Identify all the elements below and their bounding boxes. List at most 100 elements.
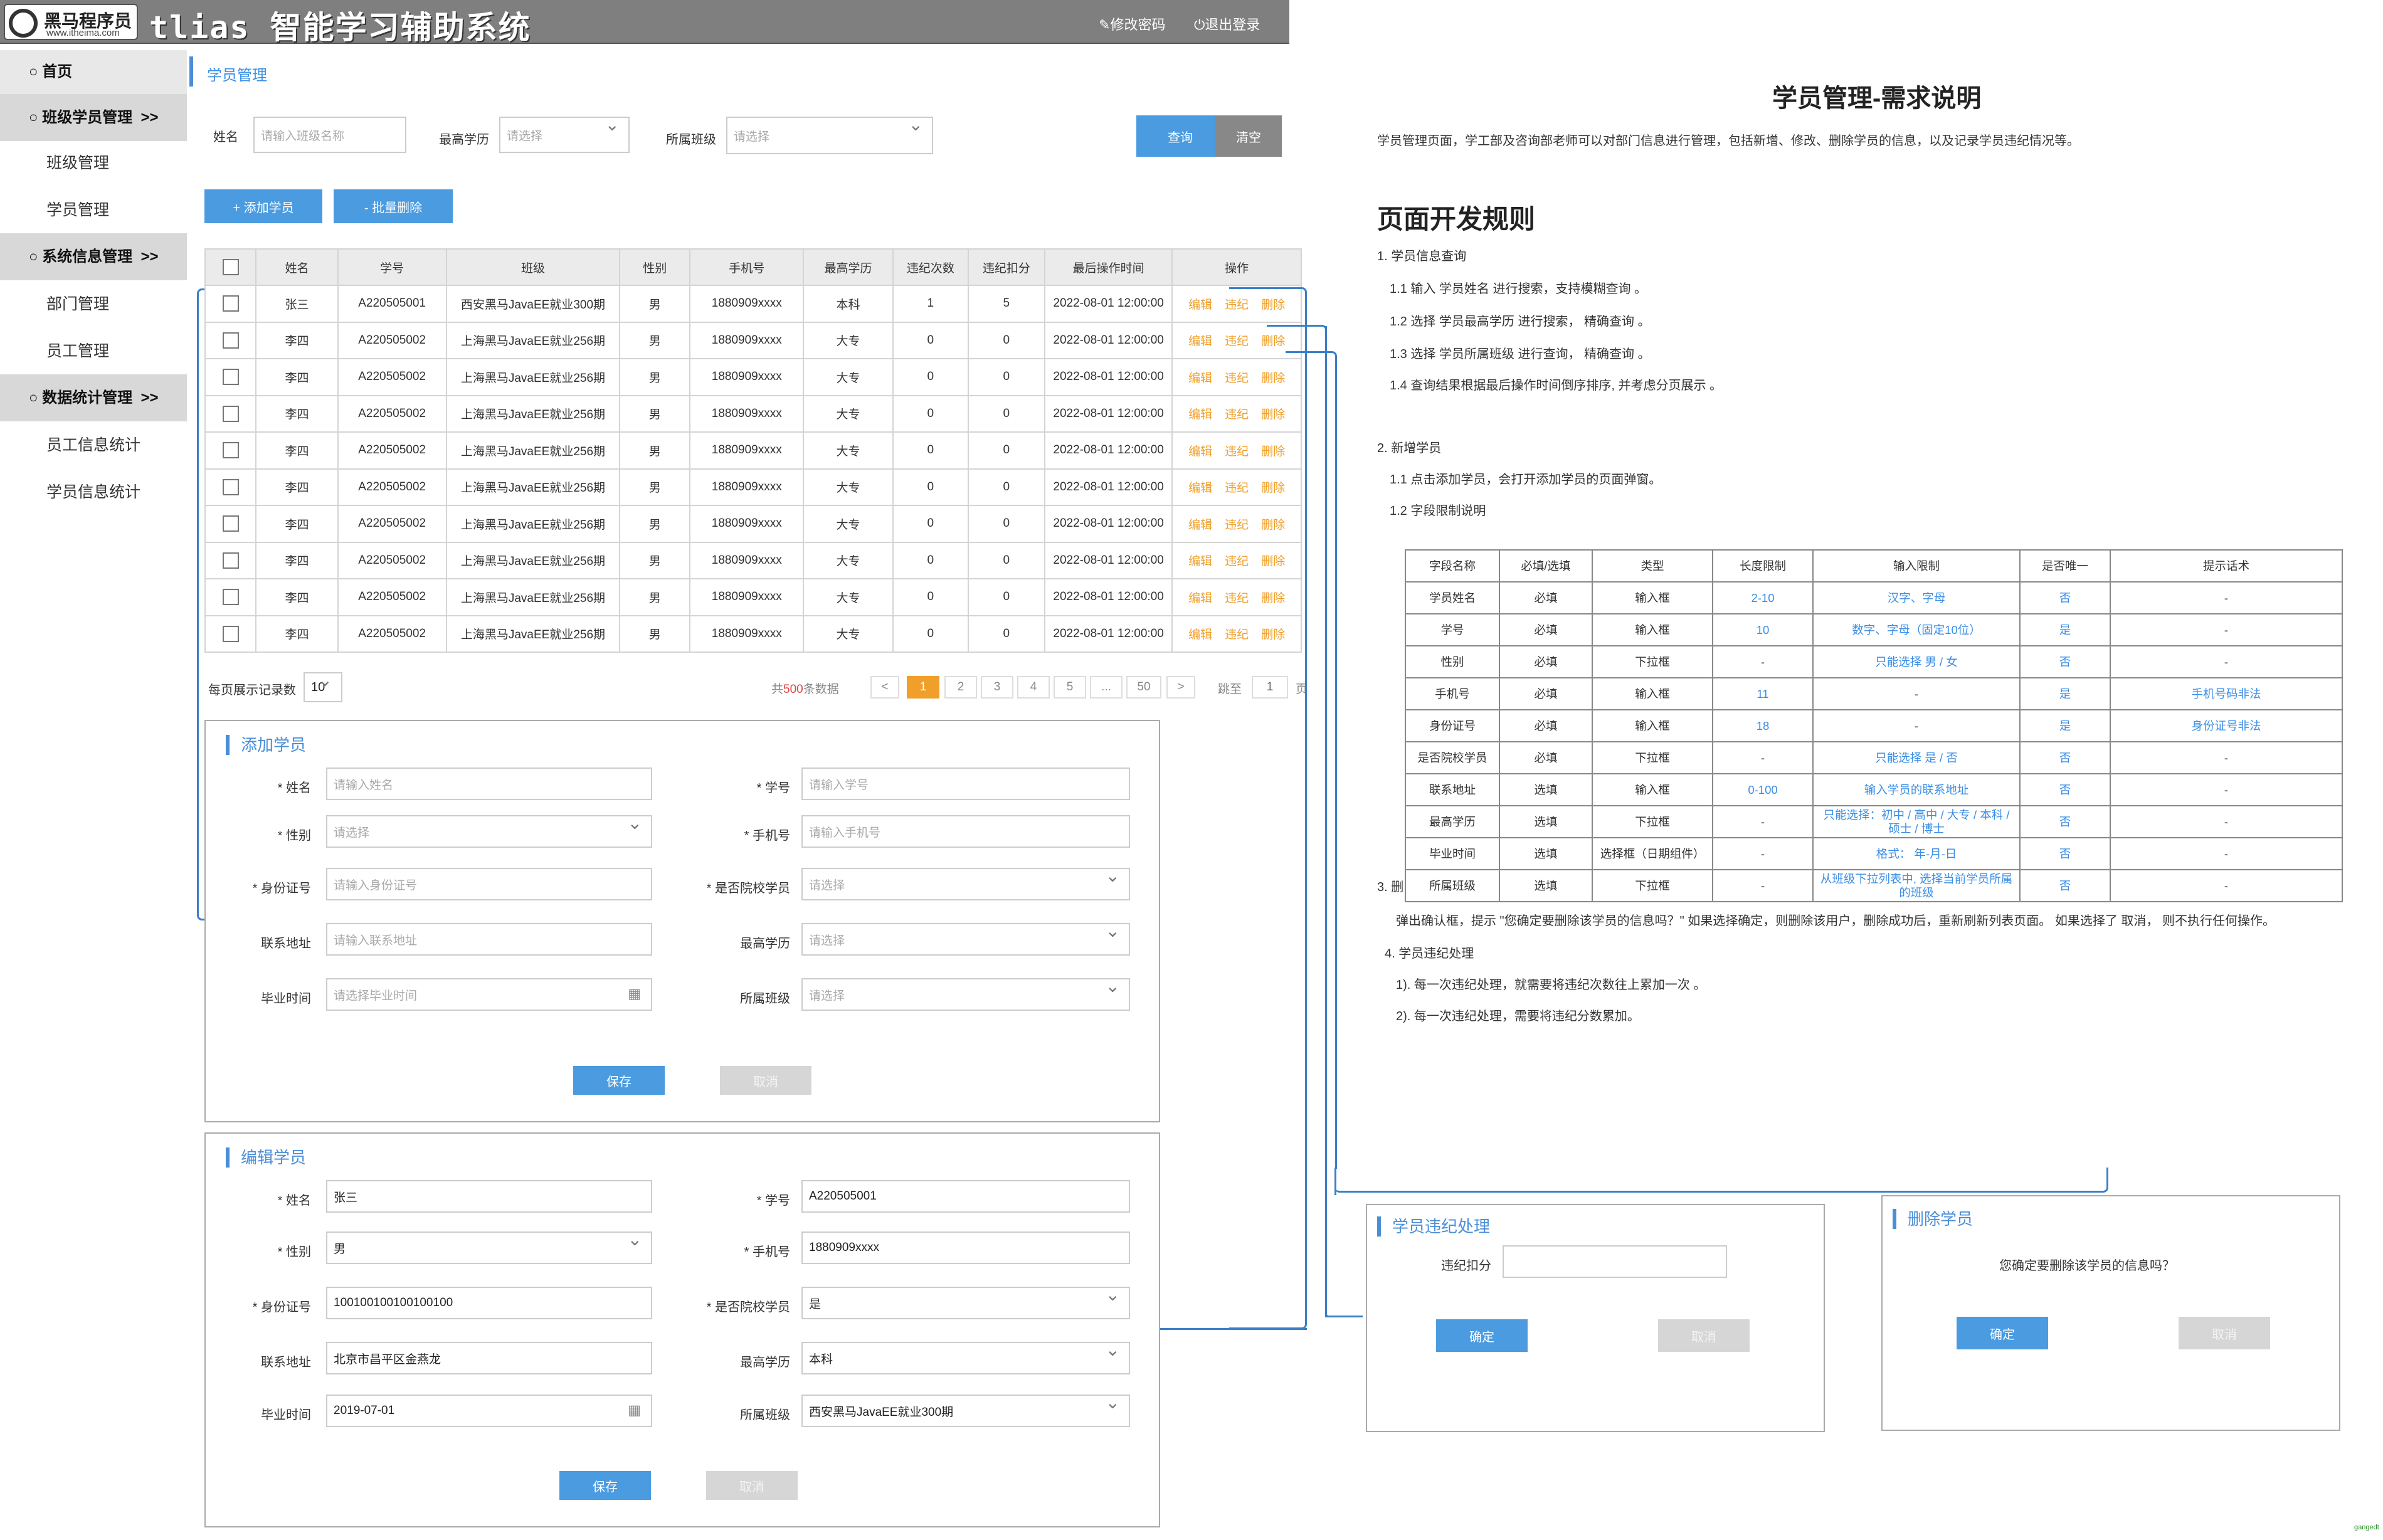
alumni-select[interactable]: 是 [801, 1284, 1130, 1319]
row-checkbox[interactable] [222, 589, 239, 606]
edu-select[interactable]: 本科 [801, 1339, 1130, 1374]
doc-s1: 1. 学员信息查询 [1377, 250, 1467, 263]
sidebar-section-stats[interactable]: ○ 数据统计管理 >> [0, 374, 187, 421]
row-checkbox[interactable] [222, 625, 239, 642]
page-button[interactable]: 3 [981, 676, 1013, 699]
class-label: 所属班级 [740, 1408, 790, 1422]
page-button[interactable]: 2 [944, 676, 977, 699]
table-cell: 2022-08-01 12:00:00 [1044, 468, 1173, 506]
discipline-cancel-button[interactable]: 取消 [1658, 1319, 1750, 1352]
doc-s1-2: 1.2 选择 学员最高学历 进行搜索， 精确查询 。 [1390, 315, 1651, 329]
gender-select[interactable]: 男 [326, 1229, 652, 1264]
sidebar-item-employee[interactable]: 员工管理 [46, 339, 109, 361]
class-select[interactable]: 请选择 [801, 976, 1130, 1011]
row-checkbox[interactable] [222, 552, 239, 569]
table-cell: 男 [619, 578, 691, 616]
sidebar-section-class[interactable]: ○ 班级学员管理 >> [0, 94, 187, 141]
sidebar-section-system[interactable]: ○ 系统信息管理 >> [0, 233, 187, 280]
connector-line [1286, 351, 1337, 1169]
gender-select[interactable]: 请选择 [326, 813, 652, 848]
edu-select[interactable]: 请选择 [801, 920, 1130, 956]
next-page-button[interactable]: > [1166, 676, 1195, 699]
idcard-label: * 身份证号 [252, 1300, 311, 1314]
add-student-button[interactable]: + 添加学员 [204, 189, 322, 223]
page-button[interactable]: 5 [1054, 676, 1086, 699]
page-button-active[interactable]: 1 [907, 676, 939, 699]
edit-link[interactable]: 编辑 [1188, 408, 1212, 421]
edit-link[interactable]: 编辑 [1188, 335, 1212, 348]
edit-save-button[interactable]: 保存 [559, 1471, 651, 1500]
change-password-button[interactable]: ✎修改密码 [1099, 14, 1165, 34]
sidebar-item-class-management[interactable]: 班级管理 [46, 150, 109, 173]
req-row: 学员姓名 必填 输入框 2-10 汉字、字母否 - [1405, 581, 2343, 614]
row-checkbox[interactable] [222, 442, 239, 459]
class-select[interactable]: 西安黑马JavaEE就业300期 [801, 1392, 1130, 1427]
edit-cancel-button[interactable]: 取消 [706, 1471, 798, 1500]
idcard-input[interactable]: 请输入身份证号 [326, 868, 652, 900]
edit-link[interactable]: 编辑 [1188, 519, 1212, 532]
sidebar-item-student-stats[interactable]: 学员信息统计 [46, 480, 140, 502]
search-name-input[interactable]: 请输入班级名称 [253, 117, 406, 153]
edit-link[interactable]: 编辑 [1188, 372, 1212, 385]
doc-s1-4: 1.4 查询结果根据最后操作时间倒序排序, 并考虑分页展示 。 [1390, 379, 1723, 393]
row-select-cell [204, 505, 257, 543]
edit-link[interactable]: 编辑 [1188, 628, 1212, 641]
table-row: 李四 A220505002 上海黑马JavaEE就业256期男 1880909xxxx… [204, 505, 1302, 543]
req-cell: 否 [2019, 581, 2111, 614]
phone-input[interactable]: 请输入手机号 [801, 815, 1130, 848]
delete-confirm-button[interactable]: 确定 [1957, 1317, 2048, 1349]
batch-delete-button[interactable]: - 批量删除 [334, 189, 453, 223]
select-all-checkbox[interactable] [222, 259, 239, 275]
idcard-input[interactable]: 100100100100100100 [326, 1287, 652, 1319]
name-input[interactable]: 张三 [326, 1180, 652, 1213]
sidebar-item-student-management[interactable]: 学员管理 [46, 198, 109, 220]
prev-page-button[interactable]: < [870, 676, 899, 699]
row-checkbox[interactable] [222, 405, 239, 422]
table-cell: 男 [619, 394, 691, 433]
edit-link[interactable]: 编辑 [1188, 445, 1212, 458]
delete-cancel-button[interactable]: 取消 [2179, 1317, 2270, 1349]
logout-button[interactable]: ⏻退出登录 [1194, 14, 1260, 34]
grad-select[interactable]: 2019-07-01 ▦ [326, 1395, 652, 1427]
discipline-score-input[interactable] [1503, 1245, 1727, 1278]
no-input[interactable]: A220505001 [801, 1180, 1130, 1213]
address-input[interactable]: 北京市昌平区金燕龙 [326, 1342, 652, 1374]
row-checkbox[interactable] [222, 332, 239, 349]
query-button[interactable]: 查询 [1136, 115, 1224, 157]
search-class-select[interactable]: 请选择 [726, 114, 933, 154]
sidebar-item-department[interactable]: 部门管理 [46, 292, 109, 314]
add-save-button[interactable]: 保存 [573, 1066, 665, 1095]
row-checkbox[interactable] [222, 295, 239, 312]
edit-link[interactable]: 编辑 [1188, 592, 1212, 605]
grad-select[interactable]: 请选择毕业时间 ▦ [326, 978, 652, 1011]
page-button[interactable]: 4 [1017, 676, 1050, 699]
clear-button[interactable]: 清空 [1215, 115, 1282, 157]
edit-link[interactable]: 编辑 [1188, 482, 1212, 495]
alumni-select[interactable]: 请选择 [801, 865, 1130, 900]
doc-s2-2: 1.2 字段限制说明 [1390, 504, 1486, 518]
edit-link[interactable]: 编辑 [1188, 555, 1212, 568]
table-cell: 大专 [803, 321, 894, 359]
req-cell: 选填 [1499, 837, 1593, 870]
edit-link[interactable]: 编辑 [1188, 298, 1212, 312]
doc-s2: 2. 新增学员 [1377, 441, 1442, 455]
discipline-confirm-button[interactable]: 确定 [1436, 1319, 1528, 1352]
name-input[interactable]: 请输入姓名 [326, 767, 652, 800]
row-checkbox[interactable] [222, 478, 239, 495]
sidebar-item-employee-stats[interactable]: 员工信息统计 [46, 433, 140, 455]
field-value: 请选择 [809, 934, 845, 947]
row-checkbox[interactable] [222, 369, 239, 386]
add-cancel-button[interactable]: 取消 [720, 1066, 811, 1095]
phone-input[interactable]: 1880909xxxx [801, 1231, 1130, 1264]
per-page-select[interactable]: 10 [304, 670, 342, 702]
col-header: 操作 [1171, 248, 1302, 286]
table-cell: 2022-08-01 12:00:00 [1044, 614, 1173, 653]
page-button[interactable]: 50 [1126, 676, 1161, 699]
sidebar-home[interactable]: ○ 首页 [0, 50, 187, 94]
no-input[interactable]: 请输入学号 [801, 767, 1130, 800]
search-edu-select[interactable]: 请选择 [499, 114, 630, 153]
req-cell: - [1712, 805, 1814, 838]
row-checkbox[interactable] [222, 515, 239, 532]
address-input[interactable]: 请输入联系地址 [326, 923, 652, 956]
alumni-label: * 是否院校学员 [706, 882, 790, 895]
